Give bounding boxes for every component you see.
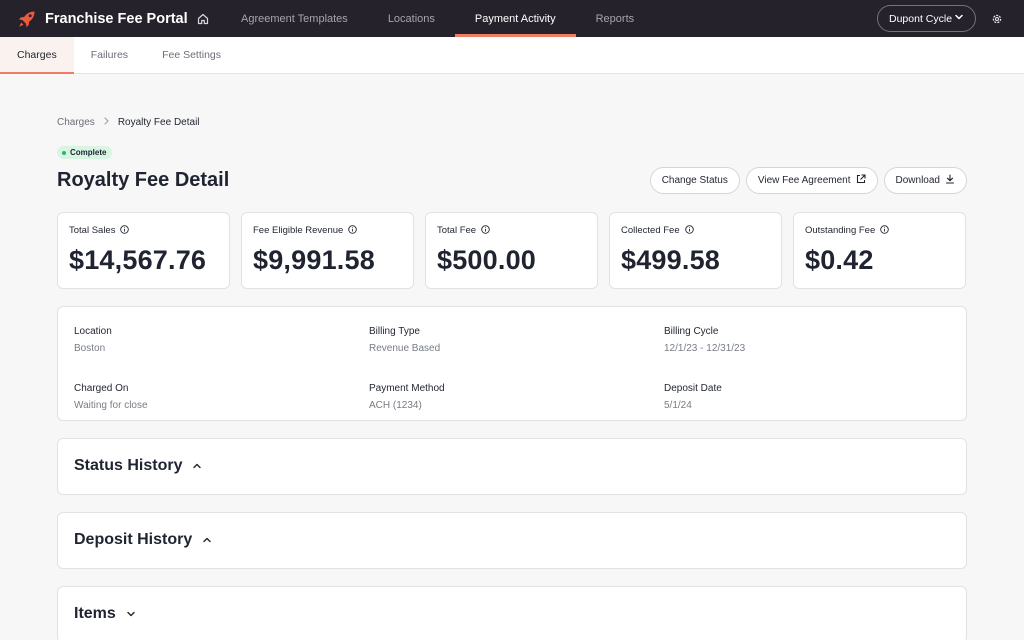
detail-value: 12/1/23 - 12/31/23 [664, 342, 746, 354]
chevron-up-icon[interactable] [192, 461, 202, 471]
detail-value: ACH (1234) [369, 399, 422, 411]
page-title: Royalty Fee Detail [57, 169, 230, 191]
nav-payment-activity[interactable]: Payment Activity [454, 0, 576, 37]
gear-icon[interactable] [990, 12, 1004, 26]
brand[interactable]: Franchise Fee Portal [0, 9, 188, 29]
section-items[interactable]: Items [57, 585, 967, 640]
stat-value: $9,991.58 [253, 244, 375, 275]
home-icon[interactable] [193, 9, 213, 29]
detail-label: Billing Type [369, 325, 420, 337]
detail-label: Billing Cycle [664, 325, 719, 337]
nav-locations[interactable]: Locations [368, 0, 455, 37]
stat-value: $500.00 [437, 244, 536, 275]
detail-value: 5/1/24 [664, 399, 692, 411]
section-title: Status History [74, 457, 183, 474]
stat-value: $499.58 [621, 244, 720, 275]
main-content: Charges Royalty Fee Detail Complete Roya… [0, 116, 1024, 640]
breadcrumb-charges[interactable]: Charges [57, 117, 95, 128]
detail-value: Boston [74, 342, 106, 354]
status-badge-label: Complete [70, 148, 107, 157]
stat-card-total-sales: Total Sales $14,567.76 [57, 211, 230, 289]
download-label: Download [895, 175, 940, 186]
main-nav: Agreement Templates Locations Payment Ac… [221, 0, 654, 37]
stat-label: Total Fee [437, 225, 477, 236]
title-row: Royalty Fee Detail Change Status View Fe… [57, 167, 967, 195]
stat-card-collected-fee: Collected Fee $499.58 [609, 211, 782, 289]
view-fee-agreement-button[interactable]: View Fee Agreement [745, 167, 878, 194]
top-navbar: Franchise Fee Portal Agreement Templates… [0, 0, 1024, 37]
download-icon [945, 174, 955, 187]
tab-failures[interactable]: Failures [74, 37, 145, 73]
status-dot-icon [62, 150, 66, 155]
view-fee-agreement-label: View Fee Agreement [757, 175, 851, 186]
chevron-down-icon [954, 12, 964, 25]
app-title: Franchise Fee Portal [45, 10, 188, 27]
chevron-up-icon[interactable] [202, 535, 212, 545]
stat-card-fee-eligible-revenue: Fee Eligible Revenue $9,991.58 [241, 211, 414, 289]
sub-navbar: Charges Failures Fee Settings [0, 37, 1024, 74]
detail-charged-on: Charged On Waiting for close [74, 383, 369, 420]
chevron-right-icon [103, 116, 110, 128]
change-status-button[interactable]: Change Status [649, 167, 740, 194]
stat-label: Collected Fee [621, 225, 680, 236]
account-name: Dupont Cycle [889, 12, 953, 25]
detail-location: Location Boston [74, 326, 369, 363]
section-status-history[interactable]: Status History [57, 437, 967, 495]
download-button[interactable]: Download [883, 167, 967, 194]
info-icon[interactable] [481, 224, 490, 237]
section-title: Deposit History [74, 531, 193, 548]
stat-value: $14,567.76 [69, 244, 207, 275]
detail-billing-type: Billing Type Revenue Based [369, 326, 664, 363]
detail-label: Payment Method [369, 382, 445, 394]
stat-card-outstanding-fee: Outstanding Fee $0.42 [793, 211, 966, 289]
detail-value: Waiting for close [74, 399, 148, 411]
detail-label: Charged On [74, 382, 129, 394]
stat-cards: Total Sales $14,567.76 Fee Eligible Reve… [57, 211, 967, 289]
detail-deposit-date: Deposit Date 5/1/24 [664, 383, 950, 420]
status-badge: Complete [57, 146, 113, 159]
info-icon[interactable] [348, 224, 358, 237]
breadcrumb: Charges Royalty Fee Detail [57, 116, 967, 128]
stat-value: $0.42 [805, 244, 874, 275]
change-status-label: Change Status [661, 175, 728, 186]
section-title: Items [74, 605, 116, 622]
rocket-logo-icon [17, 9, 37, 29]
external-link-icon [856, 174, 866, 187]
action-buttons: Change Status View Fee Agreement Downloa… [649, 167, 967, 194]
detail-label: Deposit Date [664, 382, 722, 394]
detail-payment-method: Payment Method ACH (1234) [369, 383, 664, 420]
section-deposit-history[interactable]: Deposit History [57, 511, 967, 569]
breadcrumb-current: Royalty Fee Detail [117, 116, 200, 128]
nav-right: Dupont Cycle [877, 5, 1004, 32]
chevron-down-icon[interactable] [126, 609, 136, 619]
tab-charges[interactable]: Charges [0, 37, 74, 74]
nav-agreement-templates[interactable]: Agreement Templates [221, 0, 368, 37]
detail-billing-cycle: Billing Cycle 12/1/23 - 12/31/23 [664, 326, 950, 363]
tab-fee-settings[interactable]: Fee Settings [145, 37, 238, 73]
stat-label: Total Sales [69, 225, 116, 236]
stat-card-total-fee: Total Fee $500.00 [425, 211, 598, 289]
account-switcher[interactable]: Dupont Cycle [877, 5, 976, 32]
details-card: Location Boston Billing Type Revenue Bas… [57, 305, 967, 421]
stat-label: Fee Eligible Revenue [253, 225, 344, 236]
nav-reports[interactable]: Reports [576, 0, 655, 37]
info-icon[interactable] [120, 224, 130, 237]
detail-value: Revenue Based [369, 342, 441, 354]
detail-label: Location [74, 325, 112, 337]
info-icon[interactable] [880, 224, 889, 237]
stat-label: Outstanding Fee [805, 225, 876, 236]
info-icon[interactable] [684, 224, 694, 237]
